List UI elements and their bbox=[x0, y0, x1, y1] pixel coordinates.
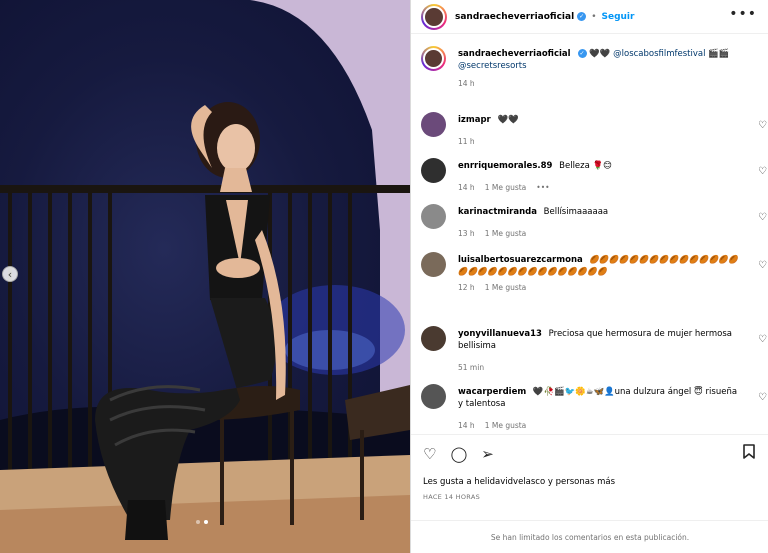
commenter-avatar[interactable] bbox=[421, 112, 446, 137]
caption-mention[interactable]: @secretsresorts bbox=[458, 61, 527, 71]
comment-time: 51 min bbox=[458, 363, 485, 372]
comment-text: 🖤🖤 bbox=[497, 115, 519, 125]
follow-button[interactable]: Seguir bbox=[602, 12, 635, 22]
comments-list: sandraecheverriaoficial ✓ 🖤🖤 @loscabosfil… bbox=[411, 34, 768, 434]
carousel-dot-active bbox=[204, 520, 208, 524]
comment-username[interactable]: yonyvillanueva13 bbox=[458, 329, 542, 339]
comment-username[interactable]: luisalbertosuarezcarmona bbox=[458, 255, 583, 265]
comments-panel: sandraecheverriaoficial ✓ • Seguir ••• s… bbox=[410, 0, 768, 553]
commenter-avatar[interactable] bbox=[421, 326, 446, 351]
author-avatar[interactable] bbox=[421, 46, 446, 71]
comment-time: 14 h bbox=[458, 183, 475, 192]
caption-emoji: 🎬🎬 bbox=[708, 49, 730, 59]
header-separator: • bbox=[591, 11, 597, 22]
like-icon[interactable]: ♡ bbox=[423, 445, 436, 463]
like-comment-icon[interactable]: ♡ bbox=[758, 120, 767, 131]
verified-badge-icon: ✓ bbox=[577, 12, 587, 21]
post-photo[interactable]: ‹ bbox=[0, 0, 410, 553]
comment-more-icon[interactable]: ••• bbox=[536, 183, 549, 192]
comment-time: 14 h bbox=[458, 421, 475, 430]
comment-username[interactable]: izmapr bbox=[458, 115, 491, 125]
like-comment-icon[interactable]: ♡ bbox=[758, 166, 767, 177]
comment-username[interactable]: wacarperdiem bbox=[458, 387, 526, 397]
like-comment-icon[interactable]: ♡ bbox=[758, 334, 767, 345]
comment-time: 11 h bbox=[458, 137, 475, 146]
likes-summary[interactable]: Les gusta a helidavidvelasco y personas … bbox=[423, 477, 615, 487]
comment-likes[interactable]: 1 Me gusta bbox=[485, 183, 527, 192]
caption-username[interactable]: sandraecheverriaoficial bbox=[458, 49, 571, 59]
like-comment-icon[interactable]: ♡ bbox=[758, 260, 767, 271]
caption-time: 14 h bbox=[458, 79, 475, 88]
verified-badge-icon: ✓ bbox=[577, 49, 587, 58]
caption-emoji: 🖤🖤 bbox=[589, 49, 611, 59]
previous-image-button[interactable]: ‹ bbox=[2, 266, 18, 282]
comment-time: 13 h bbox=[458, 229, 475, 238]
like-comment-icon[interactable]: ♡ bbox=[758, 392, 767, 403]
comment-likes[interactable]: 1 Me gusta bbox=[485, 229, 527, 238]
comment-likes[interactable]: 1 Me gusta bbox=[485, 283, 527, 292]
comment-text: Belleza 🌹😊 bbox=[559, 161, 612, 171]
comment-username[interactable]: karinactmiranda bbox=[458, 207, 537, 217]
carousel-indicator bbox=[196, 520, 208, 524]
comment-text: Bellísimaaaaaa bbox=[543, 207, 609, 217]
caption-mention[interactable]: @loscabosfilmfestival bbox=[613, 49, 705, 59]
commenter-avatar[interactable] bbox=[421, 252, 446, 277]
comment-username[interactable]: enrriquemorales.89 bbox=[458, 161, 552, 171]
commenter-avatar[interactable] bbox=[421, 204, 446, 229]
post-header: sandraecheverriaoficial ✓ • Seguir ••• bbox=[411, 0, 768, 34]
bookmark-icon[interactable] bbox=[743, 444, 755, 463]
comment-time: 12 h bbox=[458, 283, 475, 292]
commenter-avatar[interactable] bbox=[421, 158, 446, 183]
author-username[interactable]: sandraecheverriaoficial bbox=[455, 12, 574, 22]
commenter-avatar[interactable] bbox=[421, 384, 446, 409]
chevron-left-icon: ‹ bbox=[7, 267, 13, 281]
more-options-icon[interactable]: ••• bbox=[729, 7, 757, 21]
carousel-dot bbox=[196, 520, 200, 524]
author-avatar[interactable] bbox=[421, 3, 447, 30]
like-comment-icon[interactable]: ♡ bbox=[758, 212, 767, 223]
post-date: HACE 14 HORAS bbox=[423, 493, 480, 501]
comment-likes[interactable]: 1 Me gusta bbox=[485, 421, 527, 430]
comments-limited-notice: Se han limitado los comentarios en esta … bbox=[411, 520, 768, 553]
post-actions: ♡ ◯ ➢ Les gusta a helidavidvelasco y per… bbox=[411, 434, 768, 520]
share-icon[interactable]: ➢ bbox=[481, 445, 494, 463]
comment-icon[interactable]: ◯ bbox=[450, 445, 467, 463]
photo-illustration bbox=[0, 0, 410, 553]
